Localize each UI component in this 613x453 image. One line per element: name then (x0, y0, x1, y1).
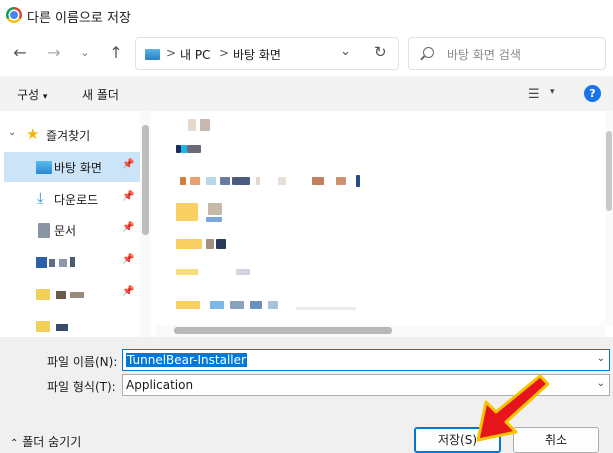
redacted-block (59, 259, 67, 267)
tree-item-label: 문서 (54, 224, 77, 238)
filename-value-wrapper: TunnelBear-Installer (126, 353, 247, 367)
organize-label: 구성 (17, 88, 40, 102)
hide-folders-label: 폴더 숨기기 (22, 435, 82, 449)
view-list-icon[interactable]: ☰ (528, 87, 540, 102)
nav-scrollbar-thumb[interactable] (142, 125, 149, 235)
file-vertical-scrollbar-thumb[interactable] (606, 131, 612, 211)
pin-icon[interactable]: 📌 (122, 191, 134, 202)
back-arrow-icon[interactable]: ← (9, 42, 31, 64)
redacted-block (49, 259, 55, 267)
redacted-block (70, 257, 75, 267)
folder-icon (36, 321, 50, 332)
navigation-pane: ⌄ ★ 즐겨찾기 바탕 화면 📌 ⤓ 다운로드 📌 문서 📌 📌 📌 (0, 111, 153, 337)
chevron-up-icon: ⌃ (10, 438, 19, 449)
redacted-block (56, 324, 68, 331)
this-pc-icon (145, 49, 160, 60)
tree-item-redacted-folder[interactable]: 📌 (4, 279, 140, 309)
address-bar[interactable]: > 내 PC > 바탕 화면 ⌄ ↻ (135, 37, 399, 70)
document-icon (38, 223, 50, 238)
command-toolbar: 구성 ▾ 새 폴더 ☰ ▾ ? (0, 76, 613, 111)
forward-arrow-icon[interactable]: → (43, 42, 65, 64)
recent-locations-chevron-icon[interactable]: ⌄ (74, 42, 96, 64)
folder-icon (36, 289, 50, 300)
redacted-block (56, 291, 66, 299)
help-icon[interactable]: ? (584, 85, 601, 102)
pin-icon[interactable]: 📌 (122, 222, 134, 233)
pin-icon[interactable]: 📌 (122, 286, 134, 297)
tree-item-label: 다운로드 (54, 193, 99, 207)
filename-value: TunnelBear-Installer (126, 353, 247, 367)
pin-icon[interactable]: 📌 (122, 159, 134, 170)
tree-item-desktop[interactable]: 바탕 화면 📌 (4, 152, 140, 182)
refresh-icon[interactable]: ↻ (374, 43, 387, 61)
download-icon: ⤓ (37, 189, 44, 207)
breadcrumb-separator: > (219, 46, 230, 60)
filename-input[interactable]: TunnelBear-Installer ⌄ (122, 349, 610, 371)
breadcrumb-this-pc[interactable]: 내 PC (180, 46, 210, 63)
search-icon (423, 47, 434, 58)
filetype-label: 파일 형식(T): (47, 380, 116, 394)
chrome-icon (6, 7, 22, 23)
desktop-icon (36, 161, 52, 174)
tree-item-redacted[interactable]: 📌 (4, 247, 140, 277)
address-dropdown-chevron-icon[interactable]: ⌄ (340, 44, 351, 59)
caret-down-icon: ▾ (42, 92, 48, 102)
new-folder-button[interactable]: 새 폴더 (82, 86, 119, 103)
window-title: 다른 이름으로 저장 (27, 11, 131, 26)
filetype-value: Application (126, 378, 194, 392)
hide-folders-toggle[interactable]: ⌃ 폴더 숨기기 (10, 433, 81, 450)
tree-item-downloads[interactable]: ⤓ 다운로드 📌 (4, 184, 140, 214)
up-arrow-icon[interactable]: ↑ (105, 42, 127, 64)
breadcrumb-desktop[interactable]: 바탕 화면 (233, 46, 281, 63)
tree-item-documents[interactable]: 문서 📌 (4, 215, 140, 245)
organize-menu-button[interactable]: 구성 ▾ (17, 86, 47, 103)
title-bar: 다른 이름으로 저장 (0, 0, 613, 32)
star-icon: ★ (26, 125, 40, 143)
redacted-block (36, 257, 47, 268)
tree-item-redacted-folder-2[interactable] (4, 311, 140, 337)
filename-label: 파일 이름(N): (47, 355, 118, 369)
annotation-arrow-icon (476, 374, 550, 442)
file-horizontal-scrollbar-thumb[interactable] (174, 327, 392, 334)
pin-icon[interactable]: 📌 (122, 254, 134, 265)
tree-item-quick-access[interactable]: ⌄ ★ 즐겨찾기 (4, 120, 140, 150)
breadcrumb-separator: > (166, 46, 177, 60)
filename-history-chevron-icon[interactable]: ⌄ (597, 353, 605, 364)
file-list-pane (156, 111, 613, 337)
quick-access-label: 즐겨찾기 (46, 129, 91, 143)
navigation-bar: ← → ⌄ ↑ > 내 PC > 바탕 화면 ⌄ ↻ 바탕 화면 검색 (0, 32, 613, 76)
expand-chevron-icon[interactable]: ⌄ (8, 127, 16, 138)
filetype-dropdown-chevron-icon[interactable]: ⌄ (597, 378, 605, 389)
search-box[interactable]: 바탕 화면 검색 (408, 37, 606, 70)
view-dropdown-caret-icon[interactable]: ▾ (550, 87, 555, 97)
search-placeholder: 바탕 화면 검색 (447, 48, 521, 62)
redacted-block (70, 292, 84, 298)
tree-item-label: 바탕 화면 (54, 161, 102, 175)
